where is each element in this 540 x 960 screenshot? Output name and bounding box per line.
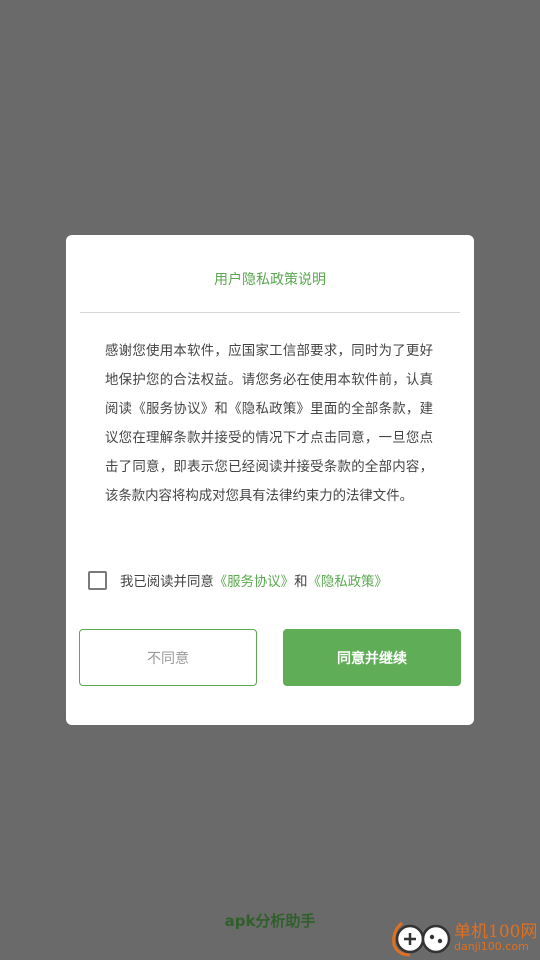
watermark-title: 单机100网 xyxy=(454,922,538,942)
dialog-title: 用户隐私政策说明 xyxy=(214,272,326,288)
agreement-row[interactable]: 我已阅读并同意《服务协议》和《隐私政策》 xyxy=(88,568,388,592)
service-agreement-link[interactable]: 《服务协议》 xyxy=(214,575,294,590)
watermark-url: danji100.com xyxy=(454,940,529,953)
privacy-policy-link[interactable]: 《隐私政策》 xyxy=(307,575,387,590)
agreement-text: 我已阅读并同意《服务协议》和《隐私政策》 xyxy=(120,570,388,590)
watermark-logo-icon xyxy=(392,921,451,957)
disagree-button[interactable]: 不同意 xyxy=(79,629,257,686)
screen-background: 用户隐私政策说明 感谢您使用本软件，应国家工信部要求，同时为了更好地保护您的合法… xyxy=(0,0,540,960)
privacy-dialog: 用户隐私政策说明 感谢您使用本软件，应国家工信部要求，同时为了更好地保护您的合法… xyxy=(66,235,474,725)
watermark: 单机100网 danji100.com xyxy=(388,915,538,959)
title-divider xyxy=(80,312,460,313)
agreement-prefix: 我已阅读并同意 xyxy=(120,575,214,590)
dialog-body-text: 感谢您使用本软件，应国家工信部要求，同时为了更好地保护您的合法权益。请您务必在使… xyxy=(105,344,433,504)
agree-continue-button[interactable]: 同意并继续 xyxy=(283,629,461,686)
agreement-and: 和 xyxy=(294,575,308,590)
agree-checkbox[interactable] xyxy=(88,570,107,590)
